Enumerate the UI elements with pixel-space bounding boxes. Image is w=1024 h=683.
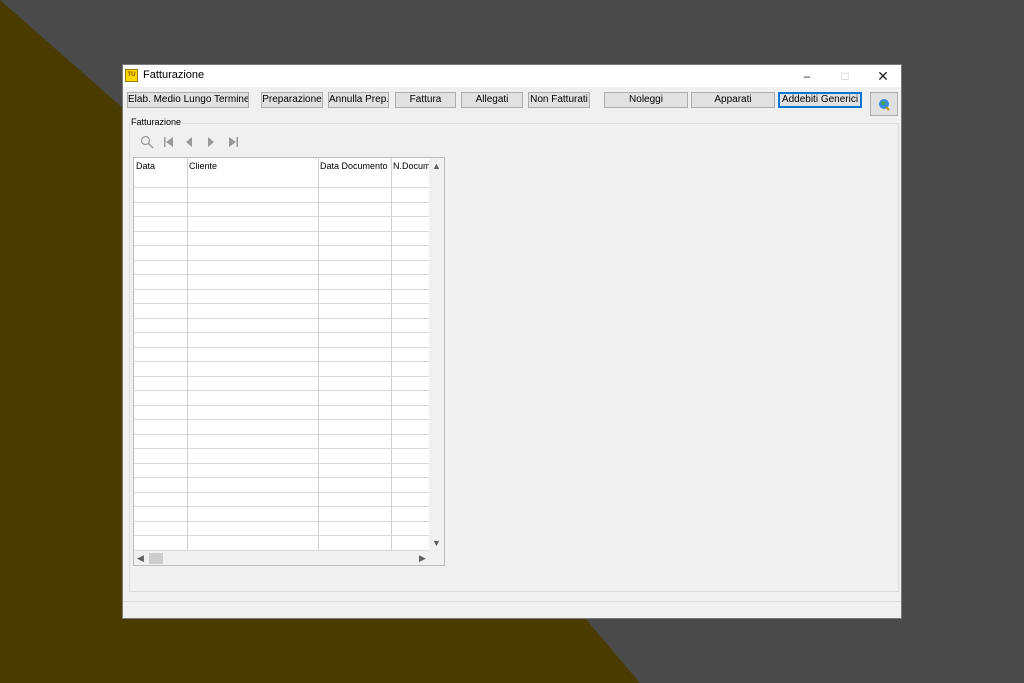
first-record-button[interactable] <box>163 135 175 152</box>
title-bar[interactable]: TU Fatturazione – □ ✕ <box>123 65 901 87</box>
table-row-divider <box>134 477 430 478</box>
app-icon: TU <box>125 69 138 82</box>
table-row-divider <box>134 463 430 464</box>
grid-header: Data Cliente Data Documento N.Docum <box>134 158 430 174</box>
allegati-button[interactable]: Allegati <box>461 92 523 108</box>
table-row-divider <box>134 506 430 507</box>
table-row-divider <box>134 521 430 522</box>
fatturazione-grid[interactable]: Data Cliente Data Documento N.Docum ▲ ▼ … <box>133 157 445 566</box>
table-row-divider <box>134 289 430 290</box>
group-label: Fatturazione <box>130 117 183 127</box>
scroll-left-icon[interactable]: ◀ <box>137 553 144 564</box>
preparazione-button[interactable]: Preparazione <box>261 92 323 108</box>
table-row-divider <box>134 260 430 261</box>
addebiti-generici-button[interactable]: Addebiti Generici <box>778 92 862 108</box>
table-row-divider <box>134 390 430 391</box>
table-row-divider <box>134 303 430 304</box>
maximize-button[interactable]: □ <box>825 65 865 87</box>
table-row-divider <box>134 535 430 536</box>
last-record-button[interactable] <box>227 135 239 152</box>
window-title: Fatturazione <box>143 69 205 81</box>
noleggi-button[interactable]: Noleggi <box>604 92 688 108</box>
fatturazione-window: TU Fatturazione – □ ✕ Elab. Medio Lungo … <box>123 65 901 618</box>
apparati-button[interactable]: Apparati <box>691 92 775 108</box>
scroll-up-icon[interactable]: ▲ <box>432 161 441 171</box>
next-icon <box>208 137 214 147</box>
minimize-button[interactable]: – <box>787 65 827 87</box>
table-row-divider <box>134 332 430 333</box>
scroll-thumb[interactable] <box>149 553 163 564</box>
annulla-prep-button[interactable]: Annulla Prep. <box>328 92 389 108</box>
fattura-button[interactable]: Fattura <box>395 92 456 108</box>
scroll-right-icon[interactable]: ▶ <box>419 553 426 564</box>
column-header-data-documento[interactable]: Data Documento <box>320 161 391 171</box>
non-fatturati-button[interactable]: Non Fatturati <box>528 92 590 108</box>
table-row-divider <box>134 202 430 203</box>
search-icon <box>140 135 154 149</box>
column-header-data[interactable]: Data <box>136 161 186 171</box>
table-row-divider <box>134 448 430 449</box>
first-icon <box>164 137 173 147</box>
prev-icon <box>186 137 192 147</box>
vertical-scrollbar[interactable]: ▲ ▼ <box>429 158 444 551</box>
next-record-button[interactable] <box>206 135 216 152</box>
table-row-divider <box>134 492 430 493</box>
globe-icon <box>879 99 890 111</box>
table-row-divider <box>134 361 430 362</box>
horizontal-scrollbar[interactable]: ◀ ▶ <box>134 551 444 565</box>
table-row-divider <box>134 245 430 246</box>
column-header-n-documento[interactable]: N.Docum <box>393 161 430 171</box>
table-row-divider <box>134 231 430 232</box>
status-bar-divider <box>123 601 901 602</box>
table-row-divider <box>134 216 430 217</box>
table-row-divider <box>134 434 430 435</box>
table-row-divider <box>134 274 430 275</box>
table-row-divider <box>134 318 430 319</box>
elab-medio-lungo-termine-button[interactable]: Elab. Medio Lungo Termine <box>127 92 249 108</box>
close-button[interactable]: ✕ <box>863 65 903 87</box>
column-header-cliente[interactable]: Cliente <box>189 161 317 171</box>
table-row-divider <box>134 376 430 377</box>
table-row-divider <box>134 187 430 188</box>
scroll-down-icon[interactable]: ▼ <box>432 538 441 548</box>
search-nav-button[interactable] <box>140 135 154 152</box>
globe-button[interactable] <box>870 92 898 116</box>
previous-record-button[interactable] <box>184 135 194 152</box>
table-row-divider <box>134 405 430 406</box>
last-icon <box>229 137 238 147</box>
table-row-divider <box>134 347 430 348</box>
table-row-divider <box>134 419 430 420</box>
